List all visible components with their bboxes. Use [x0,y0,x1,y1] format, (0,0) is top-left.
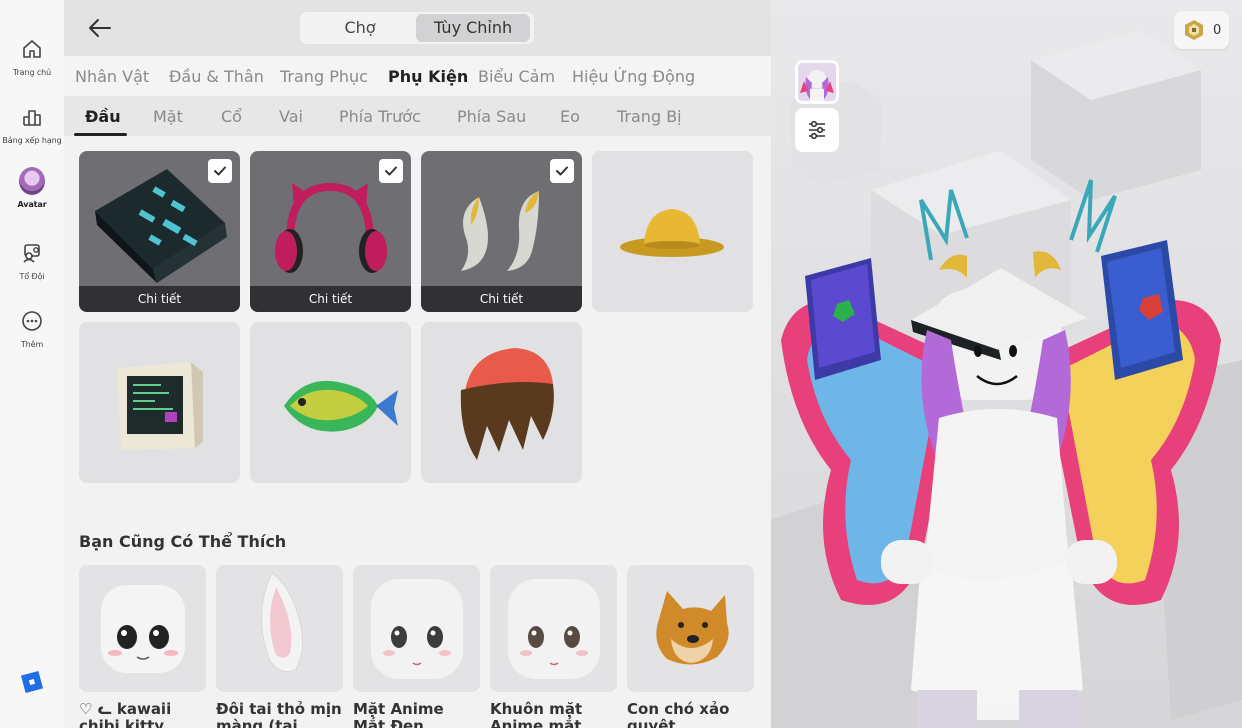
tab-marketplace[interactable]: Chợ [306,14,414,42]
checkbox-checked-icon[interactable] [379,159,403,183]
customize-panel: Chợ Tùy Chỉnh Nhân Vật Đầu & Thân Trang … [64,0,771,728]
details-button[interactable]: Chi tiết [421,286,582,312]
recommendation-card[interactable]: Khuôn mặt Anime mắt nâu… [490,565,617,728]
subtab-back[interactable]: Phía Sau [457,107,526,126]
subtab-waist[interactable]: Eo [560,107,580,126]
avatar-thumbnail-button[interactable] [795,60,839,104]
nav-label: Tổ Đội [19,272,45,281]
subcategory-tabs: Đầu Mặt Cổ Vai Phía Trước Phía Sau Eo Tr… [64,96,771,136]
tab-character[interactable]: Nhân Vật [75,67,149,86]
category-tabs: Nhân Vật Đầu & Thân Trang Phục Phụ Kiện … [64,56,771,96]
mode-switch: Chợ Tùy Chỉnh [300,12,534,44]
item-tile[interactable]: Chi tiết [250,151,411,312]
recommendation-card[interactable]: Mặt Anime Mắt Đen Mềm… [353,565,480,728]
avatar-icon [19,167,45,195]
recommendation-card[interactable]: ♡ ᓚ kawaii chibi kitty fang ani… [79,565,206,728]
item-name: ♡ ᓚ kawaii chibi kitty fang ani… [79,701,172,728]
bunny-ear-icon[interactable] [216,565,343,692]
roblox-logo-icon[interactable] [20,670,44,694]
tab-emotes[interactable]: Biểu Cảm [478,67,555,86]
tab-customize[interactable]: Tùy Chỉnh [416,14,530,42]
avatar-thumbnail-icon [798,63,836,101]
nav-label: Trang chủ [12,68,52,77]
nav-item-leaderboard[interactable]: Bảng xếp hạng [0,102,64,162]
arrow-left-icon [89,19,111,37]
doge-head-icon[interactable] [627,565,754,692]
nav-item-home[interactable]: Trang chủ [0,34,64,94]
anime-face-icon[interactable] [353,565,480,692]
top-bar: Chợ Tùy Chỉnh [64,0,771,56]
back-button[interactable] [86,14,114,42]
item-tile[interactable] [250,322,411,483]
nav-label: Avatar [17,200,47,209]
active-tab-indicator [74,133,127,136]
leaderboard-icon [19,104,45,130]
item-tile[interactable] [79,322,240,483]
crt-monitor-hat-icon [117,362,203,450]
anime-face-brown-icon[interactable] [490,565,617,692]
subtab-face[interactable]: Mặt [153,107,183,126]
subtab-neck[interactable]: Cổ [221,107,242,126]
tab-clothing[interactable]: Trang Phục [280,67,368,86]
subtab-front[interactable]: Phía Trước [339,107,421,126]
kawaii-face-icon[interactable] [79,565,206,692]
nav-item-party[interactable]: Tổ Đội [0,238,64,298]
checkbox-checked-icon[interactable] [550,159,574,183]
beanie-hair-icon [460,348,554,460]
avatar-preview[interactable]: 0 [771,0,1242,728]
nav-item-more[interactable]: Thêm [0,306,64,366]
item-tile[interactable] [592,151,753,312]
subtab-shoulder[interactable]: Vai [279,107,303,126]
details-button[interactable]: Chi tiết [79,286,240,312]
robux-amount: 0 [1213,22,1222,38]
subtab-head[interactable]: Đầu [85,107,121,126]
item-name: Mặt Anime Mắt Đen Mềm… [353,701,444,728]
avatar-editor: Trang chủ Bảng xếp hạng Avatar Tổ Đội Th… [0,0,1242,728]
recommendation-card[interactable]: Con chó xảo quyệt… [627,565,754,728]
item-tile[interactable] [421,322,582,483]
tab-animations[interactable]: Hiệu Ứng Động [572,67,695,86]
party-icon [19,240,45,266]
recommendation-card[interactable]: Đôi tai thỏ mịn màng (tai mới… [216,565,343,728]
item-tile[interactable]: Chi tiết [79,151,240,312]
details-button[interactable]: Chi tiết [250,286,411,312]
nav-label: Bảng xếp hạng [2,136,62,145]
more-icon [19,308,45,334]
filter-settings-button[interactable] [795,108,839,152]
item-name: Khuôn mặt Anime mắt nâu… [490,701,583,728]
tab-head-body[interactable]: Đầu & Thân [169,67,264,86]
yellow-bucket-hat-icon [620,209,724,257]
nav-item-avatar[interactable]: Avatar [0,166,64,226]
nav-rail: Trang chủ Bảng xếp hạng Avatar Tổ Đội Th… [0,0,64,728]
item-name: Đôi tai thỏ mịn màng (tai mới… [216,701,342,728]
nav-label: Thêm [20,340,44,349]
checkbox-checked-icon[interactable] [208,159,232,183]
robux-balance[interactable]: 0 [1174,11,1229,49]
sliders-icon [809,120,825,140]
section-title: Bạn Cũng Có Thể Thích [79,532,287,551]
subtab-gear[interactable]: Trang Bị [617,107,682,126]
robux-icon [1185,20,1203,40]
avatar-render [771,0,1242,728]
item-tile[interactable]: Chi tiết [421,151,582,312]
home-icon [19,36,45,62]
fish-hat-icon [284,380,398,432]
item-name: Con chó xảo quyệt… [627,701,730,728]
tab-accessories[interactable]: Phụ Kiện [388,67,468,86]
